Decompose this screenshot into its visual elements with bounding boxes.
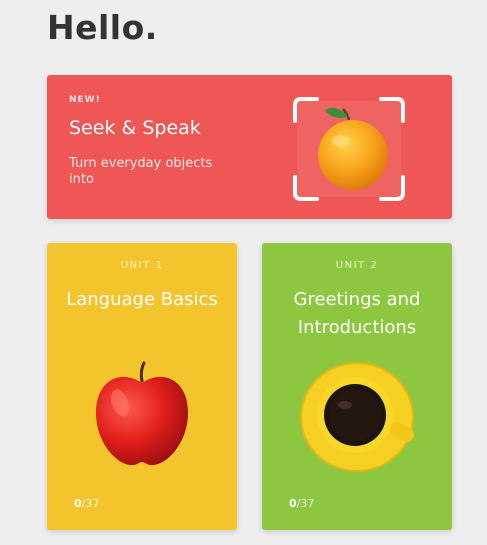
unit-title: Greetings and Introductions <box>293 289 421 338</box>
apple-icon <box>96 361 188 466</box>
unit-label: UNIT 1 <box>120 260 164 271</box>
orange-scan-icon <box>293 97 405 201</box>
progress-total: /37 <box>296 497 315 510</box>
new-badge: NEW! <box>69 95 101 105</box>
greeting-title: Hello. <box>47 8 158 47</box>
progress-done: 0 <box>74 497 82 510</box>
unit-progress: 0/37 <box>74 497 99 510</box>
feature-subtitle: Turn everyday objects into <box>69 156 213 187</box>
unit-progress: 0/37 <box>289 497 314 510</box>
feature-title: Seek & Speak <box>69 117 201 139</box>
seek-and-speak-card[interactable]: NEW! Seek & Speak Turn everyday objects … <box>47 75 452 219</box>
progress-done: 0 <box>289 497 297 510</box>
unit-card-1[interactable]: UNIT 1 Language Basics 0/37 <box>47 243 237 530</box>
progress-total: /37 <box>81 497 100 510</box>
coffee-cup-icon <box>300 362 415 472</box>
unit-card-2[interactable]: UNIT 2 Greetings and Introductions 0/37 <box>262 243 452 530</box>
unit-label: UNIT 2 <box>335 260 379 271</box>
unit-title: Language Basics <box>66 289 218 310</box>
